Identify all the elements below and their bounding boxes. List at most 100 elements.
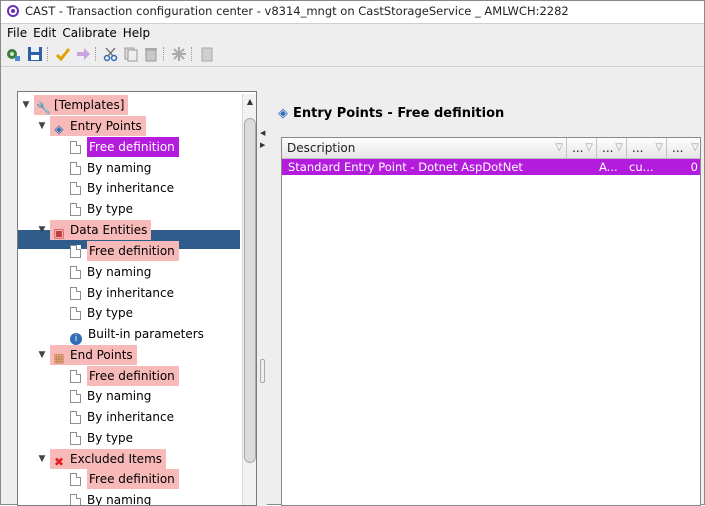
tree-item-by-type[interactable]: By type — [70, 199, 133, 219]
tree-group-entry-points[interactable]: ▼ ◈ Entry Points — [38, 116, 146, 136]
tree-item-label: By type — [87, 306, 133, 320]
filter-icon[interactable]: ▽ — [655, 138, 663, 158]
tree-item-by-inheritance[interactable]: By inheritance — [70, 283, 174, 303]
filter-icon[interactable]: ▽ — [691, 138, 699, 158]
expand-toggle-icon[interactable]: ▼ — [38, 345, 46, 365]
tree-item-label: By naming — [87, 265, 152, 279]
toolbar-separator — [47, 47, 49, 61]
tree-item-built-in-parameters[interactable]: i Built-in parameters — [70, 324, 204, 345]
expand-toggle-icon[interactable]: ▼ — [38, 116, 46, 136]
tree-root[interactable]: ▼ 🔧 [Templates] — [22, 95, 129, 115]
tree-item-label: By type — [87, 431, 133, 445]
document-icon — [70, 494, 81, 505]
tree-item-label: Free definition — [87, 366, 179, 386]
table-row[interactable]: Standard Entry Point - Dotnet AspDotNet … — [282, 159, 700, 175]
toolbar-separator — [191, 47, 193, 61]
run-icon[interactable] — [5, 46, 21, 62]
asterisk-icon[interactable] — [171, 46, 187, 62]
tree-item-free-definition[interactable]: Free definition — [70, 137, 179, 157]
cut-icon[interactable] — [103, 46, 119, 62]
menu-edit[interactable]: Edit — [30, 24, 59, 42]
wrench-icon: 🔧 — [36, 101, 51, 115]
tree-item-free-definition[interactable]: Free definition — [70, 366, 179, 386]
group-label: Excluded Items — [70, 452, 163, 466]
tree-item-free-definition[interactable]: Free definition — [70, 241, 179, 261]
tree-item-by-naming[interactable]: By naming — [70, 490, 151, 505]
cell-description: Standard Entry Point - Dotnet AspDotNet — [288, 160, 523, 174]
collapse-left-icon[interactable]: ◀ — [260, 129, 265, 137]
tree-item-by-type[interactable]: By type — [70, 428, 133, 448]
document-icon — [70, 245, 81, 258]
forward-icon[interactable] — [75, 46, 91, 62]
document-icon — [70, 266, 81, 279]
menu-help[interactable]: Help — [120, 24, 153, 42]
tree-scrollbar[interactable]: ▲ — [242, 94, 256, 505]
end-points-icon: ▦ — [53, 351, 65, 365]
app-window: CAST - Transaction configuration center … — [0, 0, 705, 506]
delete-icon[interactable] — [143, 46, 159, 62]
scroll-thumb[interactable] — [244, 118, 256, 463]
tree-item-label: By inheritance — [87, 181, 174, 195]
toolbar-separator — [95, 47, 97, 61]
toolbar-separator — [163, 47, 165, 61]
tree-item-by-naming[interactable]: By naming — [70, 158, 151, 178]
document-icon — [70, 141, 81, 154]
document-icon — [70, 411, 81, 424]
tree-item-by-inheritance[interactable]: By inheritance — [70, 407, 174, 427]
toolbar — [1, 42, 704, 67]
panel-title-label: Entry Points - Free definition — [293, 106, 505, 121]
tree-item-label: Free definition — [87, 469, 179, 489]
paste-icon[interactable] — [199, 46, 215, 62]
expand-toggle-icon[interactable]: ▼ — [38, 449, 46, 469]
tree-item-by-inheritance[interactable]: By inheritance — [70, 178, 174, 198]
expand-toggle-icon[interactable]: ▼ — [38, 220, 46, 240]
group-label: Entry Points — [70, 119, 142, 133]
column-header[interactable]: ... ▽ — [667, 138, 700, 158]
check-icon[interactable] — [55, 46, 71, 62]
tree-group-data-entities[interactable]: ▼ ▣ Data Entities — [38, 220, 152, 240]
tree-root-label: [Templates] — [54, 98, 125, 112]
document-icon — [70, 182, 81, 195]
column-header[interactable]: ... ▽ — [567, 138, 597, 158]
table-header: Description ▽ ... ▽ ... ▽ ... ▽ ... ▽ — [282, 138, 700, 159]
tree-item-label: By naming — [87, 161, 152, 175]
tree-item-label: By type — [87, 202, 133, 216]
splitter-grip[interactable] — [260, 359, 265, 383]
filter-icon[interactable]: ▽ — [555, 138, 563, 158]
collapse-right-icon[interactable]: ▶ — [260, 141, 265, 149]
document-icon — [70, 432, 81, 445]
title-bar: CAST - Transaction configuration center … — [1, 1, 704, 24]
tree-item-label: By inheritance — [87, 286, 174, 300]
filter-icon[interactable]: ▽ — [585, 138, 593, 158]
column-header-label: ... — [632, 141, 644, 155]
template-tree[interactable]: ▼ 🔧 [Templates] ▼ ◈ Entry Points Free defi… — [17, 91, 257, 506]
filter-icon[interactable]: ▽ — [615, 138, 623, 158]
tree-item-label: By naming — [87, 389, 152, 403]
expand-toggle-icon[interactable]: ▼ — [22, 95, 30, 115]
column-header[interactable]: ... ▽ — [627, 138, 667, 158]
document-icon — [70, 287, 81, 300]
menu-file[interactable]: File — [4, 24, 30, 42]
tree-group-end-points[interactable]: ▼ ▦ End Points — [38, 345, 137, 365]
group-label: Data Entities — [70, 223, 148, 237]
document-icon — [70, 390, 81, 403]
copy-icon[interactable] — [123, 46, 139, 62]
save-icon[interactable] — [27, 46, 43, 62]
tree-item-by-naming[interactable]: By naming — [70, 386, 151, 406]
panel-splitter[interactable]: ◀ ▶ — [257, 91, 267, 506]
entry-points-icon: ◈ — [54, 122, 64, 136]
tree-item-by-type[interactable]: By type — [70, 303, 133, 323]
tree-item-label: By inheritance — [87, 410, 174, 424]
column-header[interactable]: ... ▽ — [597, 138, 627, 158]
tree-item-by-naming[interactable]: By naming — [70, 262, 151, 282]
column-header-description[interactable]: Description ▽ — [282, 138, 567, 158]
cell: A... — [599, 160, 618, 174]
panel-title: ◈ Entry Points - Free definition — [278, 106, 504, 121]
tree-group-excluded-items[interactable]: ▼ ✖ Excluded Items — [38, 449, 167, 469]
menu-calibrate[interactable]: Calibrate — [59, 24, 119, 42]
scroll-up-icon[interactable]: ▲ — [244, 96, 256, 108]
cell: 0 — [690, 160, 698, 174]
document-icon — [70, 370, 81, 383]
tree-item-label: Free definition — [87, 137, 179, 157]
tree-item-free-definition[interactable]: Free definition — [70, 469, 179, 489]
